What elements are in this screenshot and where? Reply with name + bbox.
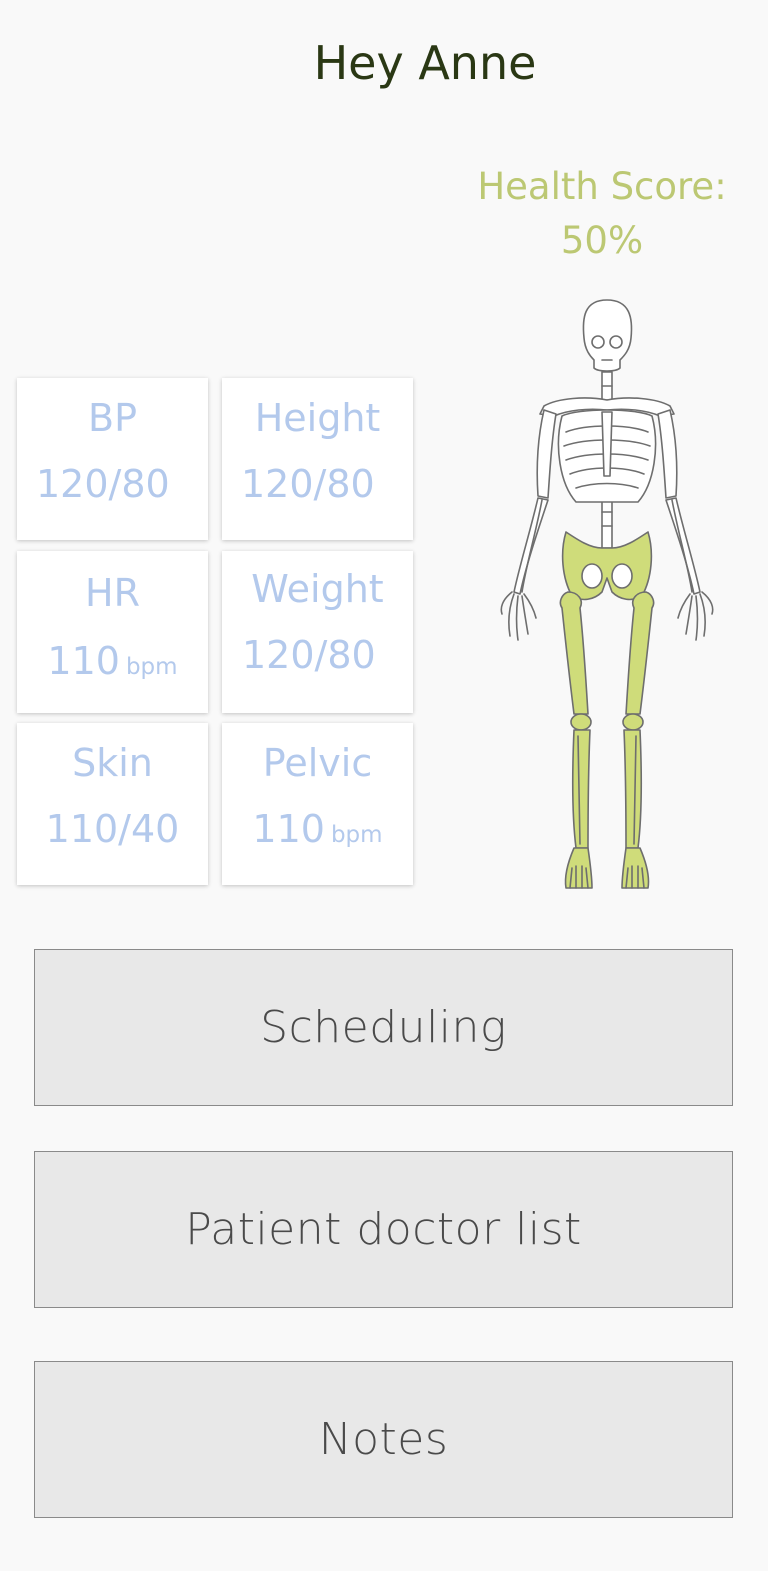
metric-value: 120/80 <box>242 633 376 677</box>
metric-unit: bpm <box>125 654 178 680</box>
metric-tile-weight[interactable]: Weight 120/80 <box>222 551 413 713</box>
right-tibia <box>623 729 643 849</box>
notes-button[interactable]: Notes <box>34 1361 733 1518</box>
metric-value: 110 bpm <box>252 807 383 851</box>
metric-tile-height[interactable]: Height 120/80 <box>222 378 413 540</box>
right-hand <box>677 591 714 641</box>
sternum <box>601 411 613 477</box>
health-score: Health Score: 50% <box>462 160 742 268</box>
greeting-title: Hey Anne <box>313 36 537 90</box>
left-knee <box>570 713 592 731</box>
metric-value: 110 bpm <box>47 639 178 683</box>
left-hand <box>500 591 537 641</box>
metric-value: 120/80 <box>241 462 375 506</box>
metric-label: Pelvic <box>262 741 373 785</box>
metric-unit: bpm <box>330 822 383 848</box>
metric-tile-skin[interactable]: Skin 110/40 <box>17 723 208 885</box>
metric-value: 110/40 <box>45 807 180 851</box>
health-score-label: Health Score: <box>477 165 727 208</box>
metric-label: BP <box>88 396 137 440</box>
metric-tile-pelvic[interactable]: Pelvic 110 bpm <box>222 723 413 885</box>
metric-label: Weight <box>251 567 384 611</box>
metric-label: HR <box>85 571 140 615</box>
metric-tile-bp[interactable]: BP 120/80 <box>17 378 208 540</box>
skeleton-illustration[interactable] <box>496 296 718 892</box>
health-score-value: 50% <box>560 219 644 262</box>
scheduling-button[interactable]: Scheduling <box>34 949 733 1106</box>
metric-tile-hr[interactable]: HR 110 bpm <box>17 551 208 713</box>
patient-doctor-list-button[interactable]: Patient doctor list <box>34 1151 733 1308</box>
right-femur <box>625 591 655 715</box>
metric-value: 120/80 <box>36 462 170 506</box>
right-knee <box>622 713 644 731</box>
metric-label: Height <box>254 396 381 440</box>
left-femur <box>559 591 589 715</box>
left-tibia <box>571 729 591 849</box>
left-humerus <box>536 409 557 499</box>
right-humerus <box>657 409 678 499</box>
metric-label: Skin <box>72 741 153 785</box>
